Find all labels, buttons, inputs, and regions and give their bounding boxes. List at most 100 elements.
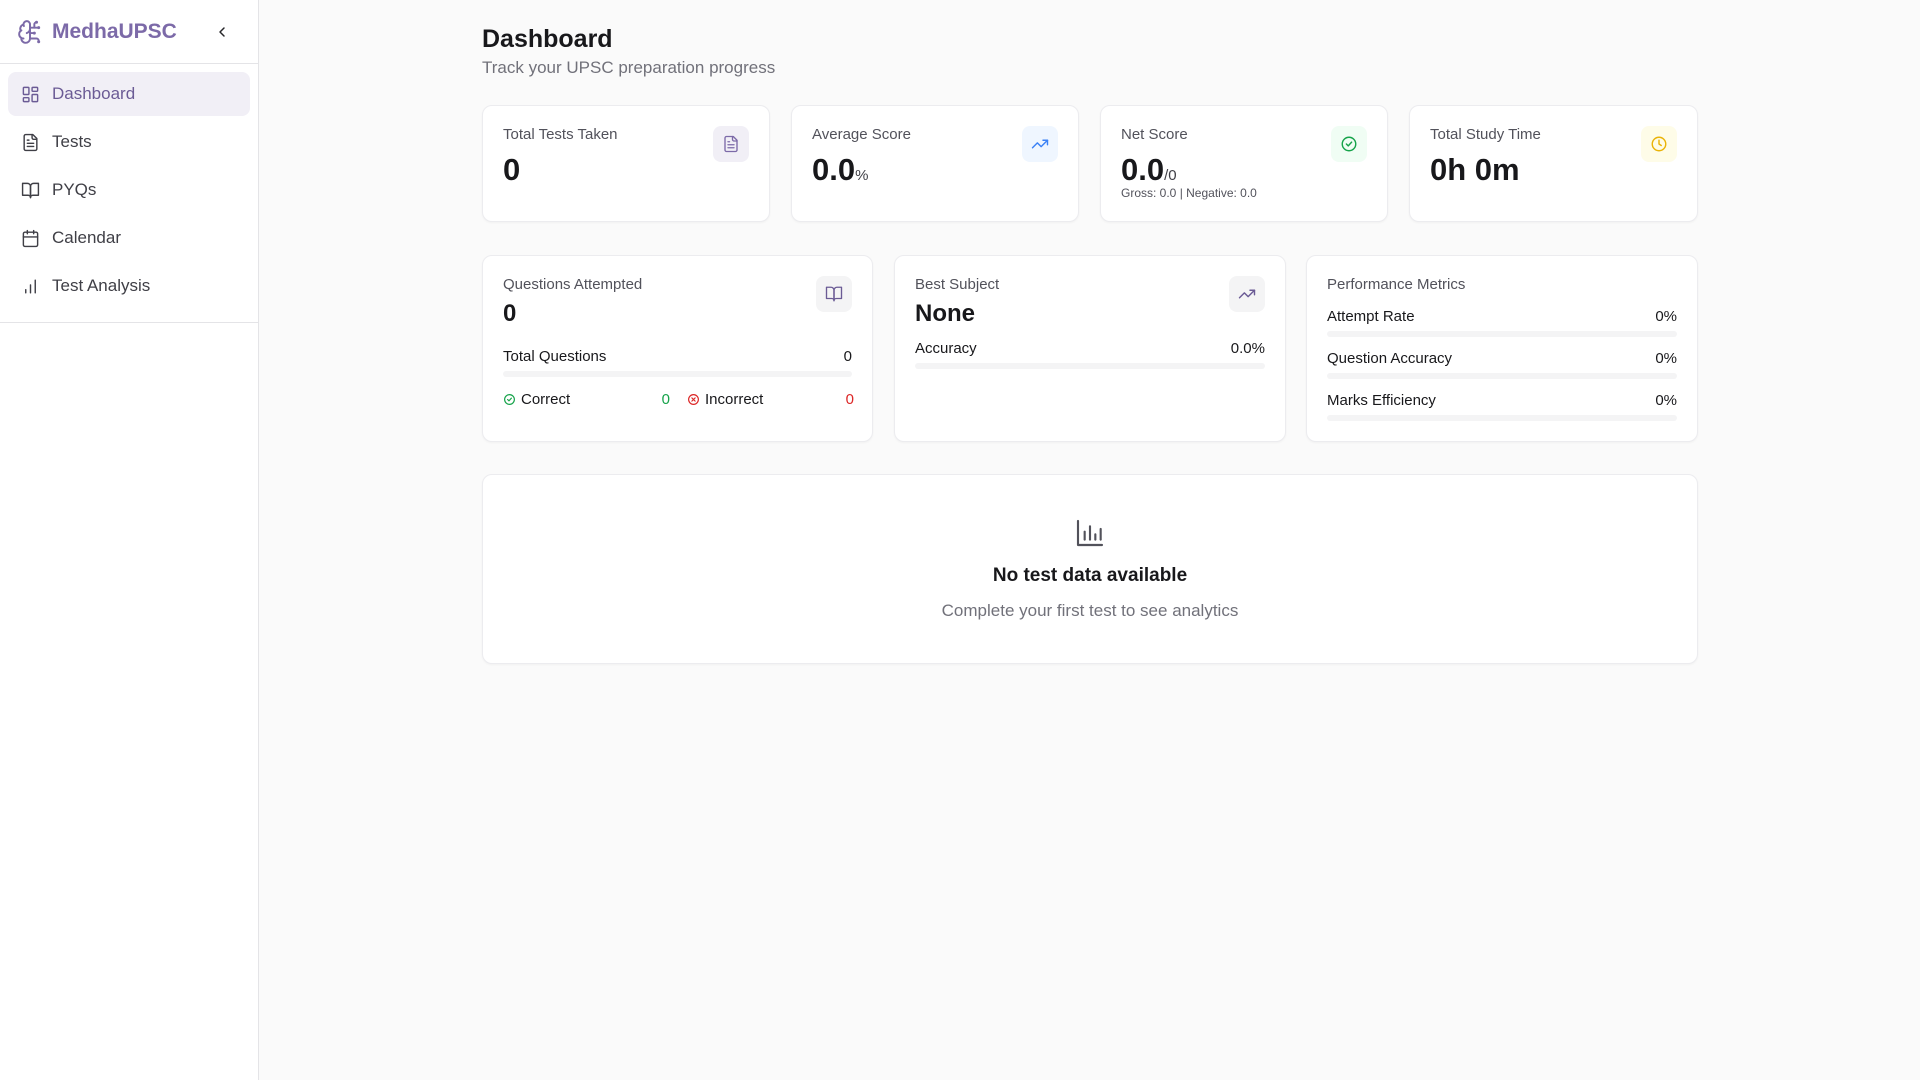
metric-label: Attempt Rate bbox=[1327, 308, 1415, 325]
metric-bar bbox=[1327, 331, 1677, 337]
sidebar: MedhaUPSC Dashboard Tests PYQs Calendar … bbox=[0, 0, 259, 1080]
chevron-left-icon bbox=[219, 27, 225, 37]
analytics-empty-state: No test data available Complete your fir… bbox=[482, 474, 1698, 664]
stat-icon-box bbox=[1641, 126, 1677, 162]
metric-attempt-rate: Attempt Rate 0% bbox=[1327, 308, 1677, 337]
check-circle-icon bbox=[504, 394, 515, 405]
correct-value: 0 bbox=[661, 391, 670, 408]
card-icon-box bbox=[1229, 276, 1265, 312]
card-icon-box bbox=[816, 276, 852, 312]
accuracy-bar bbox=[915, 363, 1265, 369]
total-questions-bar bbox=[503, 371, 852, 377]
book-open-icon bbox=[825, 286, 843, 302]
incorrect-label: Incorrect bbox=[705, 391, 764, 408]
sidebar-item-pyqs[interactable]: PYQs bbox=[8, 168, 250, 212]
metric-value: 0% bbox=[1655, 308, 1677, 325]
check-circle-icon bbox=[1341, 136, 1357, 152]
accuracy-row: Accuracy 0.0% bbox=[915, 340, 1265, 369]
accuracy-value: 0.0% bbox=[1230, 340, 1265, 357]
dashboard-icon bbox=[20, 84, 40, 104]
stat-card-net-score: Net Score 0.0/0 Gross: 0.0 | Negative: 0… bbox=[1100, 105, 1388, 222]
questions-attempted-card: Questions Attempted 0 Total Questions 0 … bbox=[482, 255, 873, 442]
best-subject-card: Best Subject None Accuracy 0.0% bbox=[894, 255, 1286, 442]
clock-icon bbox=[1651, 136, 1667, 152]
stat-card-study-time: Total Study Time 0h 0m bbox=[1409, 105, 1698, 222]
brand-header: MedhaUPSC bbox=[0, 0, 258, 64]
bar-chart-icon bbox=[20, 276, 40, 296]
total-questions-label: Total Questions bbox=[503, 348, 607, 365]
metric-bar bbox=[1327, 415, 1677, 421]
stat-card-total-tests: Total Tests Taken 0 bbox=[482, 105, 770, 222]
card-label: Questions Attempted bbox=[503, 276, 643, 293]
metric-question-accuracy: Question Accuracy 0% bbox=[1327, 350, 1677, 379]
file-icon bbox=[20, 132, 40, 152]
row-line: Attempt Rate 0% bbox=[1327, 308, 1677, 325]
brand-name: MedhaUPSC bbox=[52, 19, 177, 43]
trending-up-icon bbox=[1238, 289, 1256, 299]
card-label: Performance Metrics bbox=[1327, 276, 1466, 293]
incorrect-row: Incorrect 0 bbox=[687, 391, 854, 408]
x-circle-icon bbox=[688, 394, 699, 405]
stat-label: Average Score bbox=[812, 126, 911, 143]
file-text-icon bbox=[724, 135, 738, 153]
sidebar-item-tests[interactable]: Tests bbox=[8, 120, 250, 164]
bar-chart-icon bbox=[1076, 519, 1104, 547]
stat-label: Total Study Time bbox=[1430, 126, 1541, 143]
metric-bar bbox=[1327, 373, 1677, 379]
stat-number: 0.0 bbox=[812, 152, 856, 187]
correct-label-group: Correct bbox=[503, 391, 570, 408]
stat-label: Total Tests Taken bbox=[503, 126, 618, 143]
metric-marks-efficiency: Marks Efficiency 0% bbox=[1327, 392, 1677, 421]
trending-up-icon bbox=[1031, 139, 1049, 149]
sidebar-item-label: Tests bbox=[52, 132, 92, 151]
row-line: Total Questions 0 bbox=[503, 348, 852, 365]
incorrect-label-group: Incorrect bbox=[687, 391, 763, 408]
stat-value: 0.0% bbox=[812, 152, 868, 188]
row-line: Accuracy 0.0% bbox=[915, 340, 1265, 357]
stat-value: 0h 0m bbox=[1430, 152, 1520, 187]
sidebar-item-label: Dashboard bbox=[52, 84, 136, 103]
sidebar-item-dashboard[interactable]: Dashboard bbox=[8, 72, 250, 116]
stat-label: Net Score bbox=[1121, 126, 1188, 143]
sidebar-item-label: PYQs bbox=[52, 180, 97, 199]
page-subtitle: Track your UPSC preparation progress bbox=[482, 58, 776, 77]
accuracy-label: Accuracy bbox=[915, 340, 977, 357]
stat-icon-box bbox=[713, 126, 749, 162]
empty-subtitle: Complete your first test to see analytic… bbox=[941, 601, 1239, 620]
sidebar-item-label: Calendar bbox=[52, 228, 121, 247]
row-line: Question Accuracy 0% bbox=[1327, 350, 1677, 367]
collapse-sidebar-button[interactable] bbox=[210, 20, 234, 44]
metric-value: 0% bbox=[1655, 392, 1677, 409]
best-subject-value: None bbox=[915, 300, 975, 327]
stat-icon-box bbox=[1331, 126, 1367, 162]
sidebar-item-label: Test Analysis bbox=[52, 276, 151, 295]
sidebar-nav: Dashboard Tests PYQs Calendar Test Analy… bbox=[0, 64, 258, 323]
total-questions-row: Total Questions 0 bbox=[503, 348, 852, 377]
questions-attempted-value: 0 bbox=[503, 300, 517, 327]
metric-label: Marks Efficiency bbox=[1327, 392, 1436, 409]
brain-logo-icon bbox=[16, 18, 44, 46]
total-questions-value: 0 bbox=[843, 348, 852, 365]
correct-label: Correct bbox=[521, 391, 571, 408]
sidebar-item-test-analysis[interactable]: Test Analysis bbox=[8, 264, 250, 308]
stat-suffix: % bbox=[855, 167, 869, 184]
page-title: Dashboard bbox=[482, 25, 613, 53]
empty-title: No test data available bbox=[992, 565, 1188, 586]
stat-value: 0.0/0 bbox=[1121, 152, 1177, 188]
card-label: Best Subject bbox=[915, 276, 1000, 293]
empty-icon-wrap bbox=[483, 517, 1697, 549]
stat-suffix: /0 bbox=[1164, 167, 1177, 184]
stat-number: 0.0 bbox=[1121, 152, 1165, 187]
correct-row: Correct 0 bbox=[503, 391, 670, 408]
stat-icon-box bbox=[1022, 126, 1058, 162]
calendar-icon bbox=[20, 228, 40, 248]
metric-label: Question Accuracy bbox=[1327, 350, 1453, 367]
stat-card-average-score: Average Score 0.0% bbox=[791, 105, 1079, 222]
book-icon bbox=[20, 180, 40, 200]
metric-value: 0% bbox=[1655, 350, 1677, 367]
sidebar-item-calendar[interactable]: Calendar bbox=[8, 216, 250, 260]
stat-detail: Gross: 0.0 | Negative: 0.0 bbox=[1121, 186, 1257, 200]
row-line: Marks Efficiency 0% bbox=[1327, 392, 1677, 409]
performance-metrics-card: Performance Metrics Attempt Rate 0% Ques… bbox=[1306, 255, 1698, 442]
incorrect-value: 0 bbox=[845, 391, 854, 408]
